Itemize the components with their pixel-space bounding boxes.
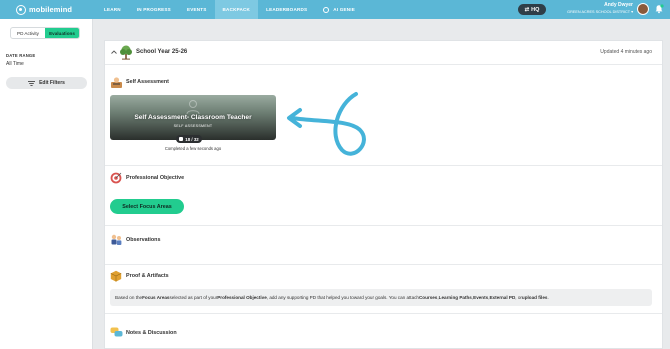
top-navbar: mobilemind LEARN IN PROGRESS EVENTS BACK… (0, 0, 670, 19)
nav-backpack[interactable]: BACKPACK (214, 0, 259, 19)
observations-icon (111, 234, 122, 245)
main-nav: LEARN IN PROGRESS EVENTS BACKPACK LEADER… (96, 0, 363, 19)
professional-objective-title: Professional Objective (126, 175, 185, 181)
hq-label: HQ (531, 6, 540, 13)
school-year-header[interactable]: School Year 25-26 Updated 4 minutes ago (105, 41, 662, 65)
sidebar: PD Activity Evaluations DATE RANGE All T… (0, 19, 93, 349)
progress-value: 18 / 32 (185, 136, 199, 142)
package-icon (110, 270, 122, 282)
filter-icon (28, 80, 36, 86)
date-range-label: DATE RANGE (6, 53, 36, 58)
annotation-arrow (287, 92, 366, 156)
nav-in-progress[interactable]: IN PROGRESS (129, 0, 179, 19)
proof-description: Based on the Focus Areas selected as par… (110, 289, 652, 306)
date-range-value[interactable]: All Time (6, 61, 24, 67)
proof-text-events: Events (473, 295, 489, 300)
proof-text-12: , or (515, 295, 522, 300)
chevron-down-icon: ▾ (631, 10, 633, 14)
proof-text-external-pd: External PD (489, 295, 516, 300)
tile-title: Self Assessment- Classroom Teacher (134, 114, 252, 121)
chat-bubbles-icon (110, 327, 123, 337)
notes-title: Notes & Discussion (126, 330, 177, 336)
proof-text-2: selected as part of your (169, 295, 218, 300)
school-year-title: School Year 25-26 (136, 49, 188, 55)
gear-icon (323, 6, 330, 13)
logo-icon (16, 4, 26, 15)
logo-text: mobilemind (29, 5, 73, 14)
pd-activity-toggle[interactable]: PD Activity (11, 28, 45, 38)
checkbox-icon (179, 137, 184, 141)
updated-timestamp: Updated 4 minutes ago (600, 49, 652, 55)
tile-subtitle: SELF ASSESSMENT (173, 124, 213, 128)
nav-learn[interactable]: LEARN (96, 0, 129, 19)
nav-ai-genie[interactable]: AI GENIE (315, 0, 363, 19)
tree-icon (120, 45, 132, 60)
professional-objective-section: Professional Objective (105, 166, 662, 226)
nav-ai-genie-label: AI GENIE (333, 7, 356, 12)
view-toggle: PD Activity Evaluations (10, 27, 80, 39)
user-district: GREEN ACRES SCHOOL DISTRICT ▾ (567, 10, 633, 14)
nav-leaderboards[interactable]: LEADERBOARDS (258, 0, 315, 19)
avatar[interactable] (637, 3, 649, 15)
proof-text-4: , add any supporting PD that helped you … (266, 295, 419, 300)
chevron-up-icon[interactable] (111, 50, 117, 54)
completed-status: Completed a few seconds ago (164, 146, 222, 151)
user-name: Andy Dwyer (604, 2, 633, 8)
edit-filters-label: Edit Filters (39, 80, 65, 86)
proof-artifacts-title: Proof & Artifacts (126, 273, 169, 279)
self-assessment-title: Self Assessment (126, 79, 169, 85)
proof-text-professional-objective: Professional Objective (217, 295, 267, 300)
person-icon (186, 100, 200, 115)
hq-button[interactable]: ⇄ HQ (518, 4, 546, 15)
nav-events[interactable]: EVENTS (179, 0, 215, 19)
evaluation-card: School Year 25-26 Updated 4 minutes ago … (104, 40, 663, 349)
evaluations-toggle[interactable]: Evaluations (45, 28, 79, 38)
target-icon (110, 172, 122, 184)
select-focus-areas-button[interactable]: Select Focus Areas (110, 199, 184, 214)
edit-filters-button[interactable]: Edit Filters (6, 77, 87, 89)
observations-section: Observations (105, 226, 662, 265)
self-assessment-icon (111, 77, 122, 88)
proof-text-upload-files: upload files (521, 295, 548, 300)
logo[interactable]: mobilemind (16, 4, 96, 15)
observations-title: Observations (126, 237, 161, 243)
proof-text-courses: Courses (418, 295, 438, 300)
proof-text-learning-paths: Learning Paths (438, 295, 472, 300)
proof-text-14: . (547, 295, 549, 300)
bell-icon[interactable] (654, 4, 664, 14)
proof-text-focus-areas: Focus Areas (142, 295, 170, 300)
proof-text-0: Based on the (115, 295, 143, 300)
progress-badge: 18 / 32 (176, 135, 202, 143)
self-assessment-tile[interactable]: Self Assessment- Classroom Teacher SELF … (110, 95, 276, 140)
swap-icon: ⇄ (524, 6, 530, 13)
notes-section: Notes & Discussion (105, 314, 662, 348)
user-menu[interactable]: Andy Dwyer GREEN ACRES SCHOOL DISTRICT ▾ (553, 2, 633, 14)
